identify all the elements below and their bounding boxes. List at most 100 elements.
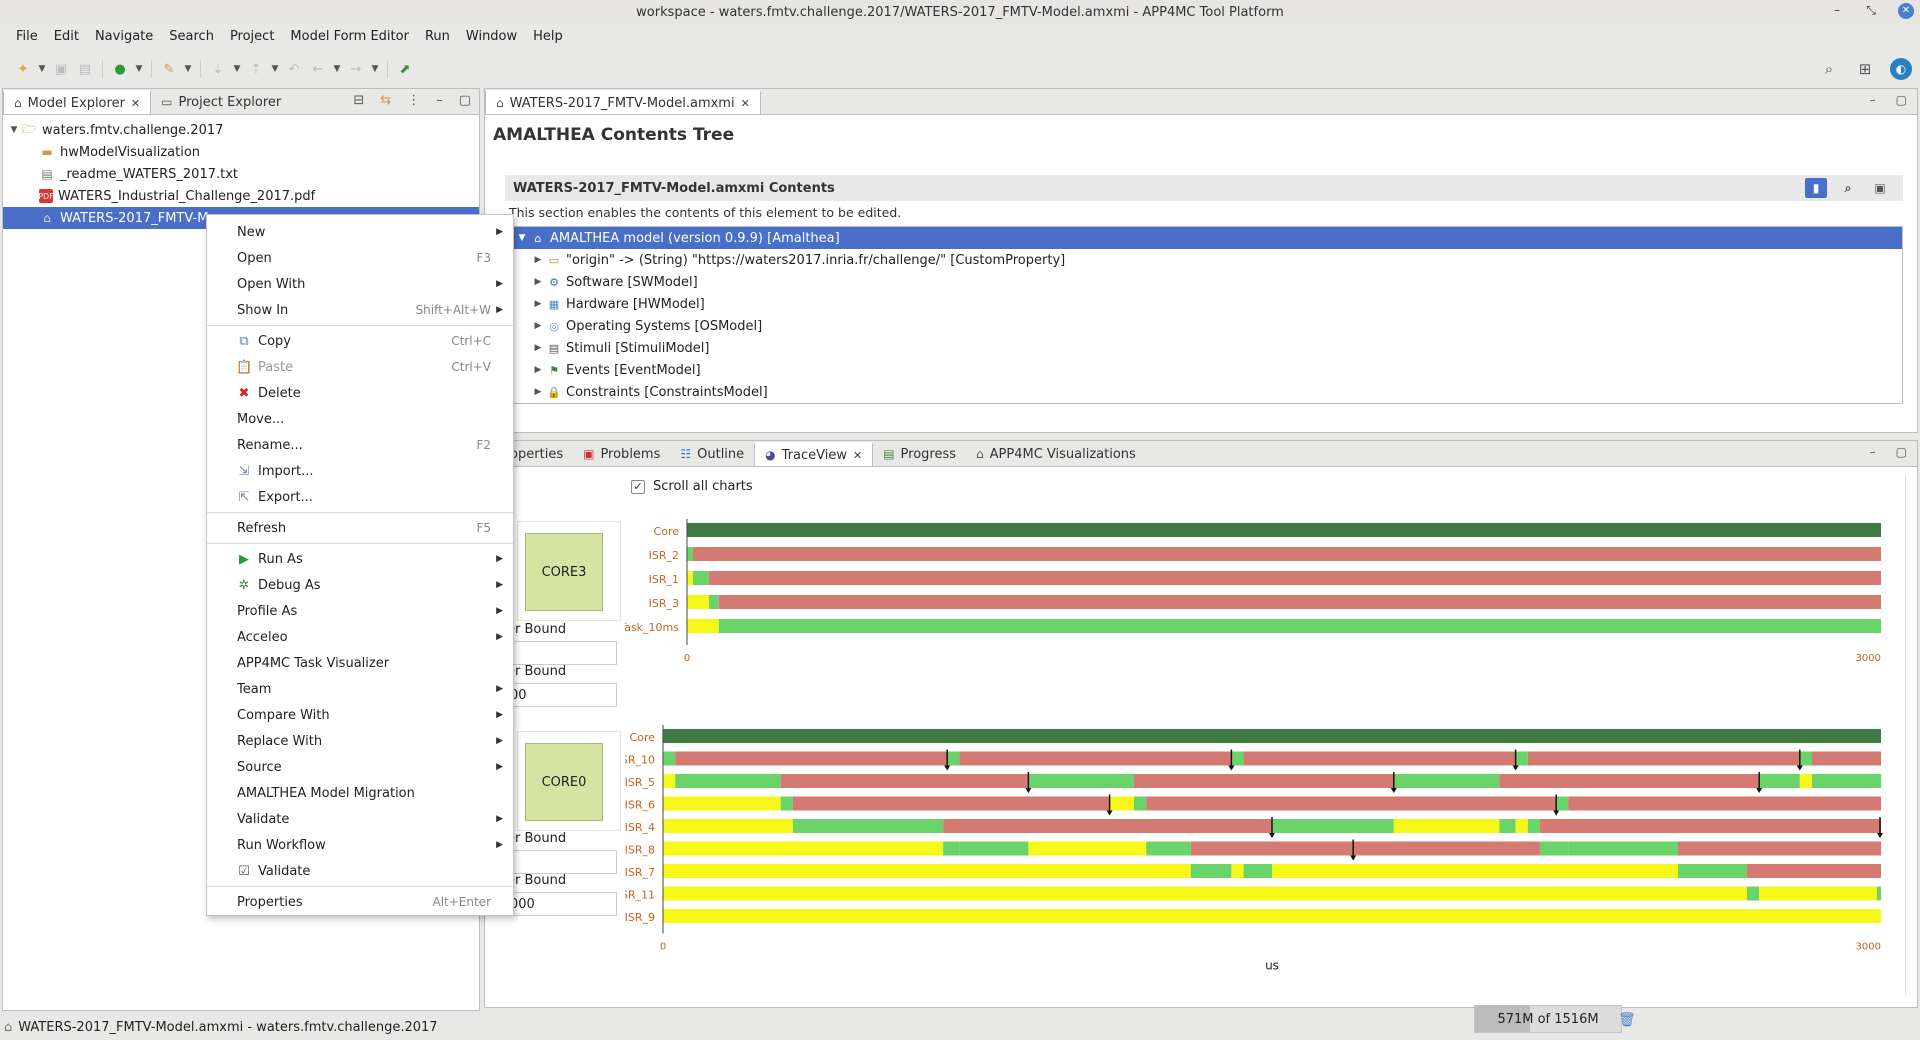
tab-project-explorer[interactable]: ▭ Project Explorer xyxy=(151,90,291,114)
upper-bound-input[interactable]: 000 xyxy=(507,892,617,916)
new-dropdown-icon[interactable]: ▼ xyxy=(36,58,48,80)
maximize-view-icon[interactable]: ▢ xyxy=(1896,445,1907,459)
menu-navigate[interactable]: Navigate xyxy=(87,26,161,48)
tab-editor-model[interactable]: ⌂ WATERS-2017_FMTV-Model.amxmi ✕ xyxy=(485,90,761,114)
menu-window[interactable]: Window xyxy=(458,26,525,48)
close-icon[interactable]: ✕ xyxy=(853,449,862,462)
tab-problems[interactable]: ▣ Problems xyxy=(573,442,670,466)
open-perspective-icon[interactable]: ⊞ xyxy=(1854,58,1876,80)
tree-item-project[interactable]: ▼ 🗁 waters.fmtv.challenge.2017 xyxy=(3,119,479,141)
show-tree-icon[interactable]: ▮ xyxy=(1805,178,1827,198)
am-tree-item-origin[interactable]: ▶ ▭ "origin" -> (String) "https://waters… xyxy=(506,249,1902,271)
back-icon[interactable]: ← xyxy=(307,58,329,80)
scroll-all-charts[interactable]: ✓ Scroll all charts xyxy=(631,479,753,494)
menu-item-show-in[interactable]: Show In Shift+Alt+W ▶ xyxy=(207,297,513,323)
tree-item-hwmodel[interactable]: ▬ hwModelVisualization xyxy=(3,141,479,163)
menu-item-app4mc-task-visualizer[interactable]: APP4MC Task Visualizer xyxy=(207,650,513,676)
menu-run[interactable]: Run xyxy=(417,26,458,48)
menu-edit[interactable]: Edit xyxy=(46,26,87,48)
tab-progress[interactable]: ▤ Progress xyxy=(873,442,966,466)
forward-icon[interactable]: → xyxy=(345,58,367,80)
link-editor-icon[interactable]: ⇆ xyxy=(380,93,391,108)
expand-arrow-icon[interactable]: ▼ xyxy=(514,233,530,243)
menu-item-new[interactable]: New ▶ xyxy=(207,219,513,245)
open-form-icon[interactable]: ▣ xyxy=(1869,178,1891,198)
app4mc-perspective-icon[interactable]: ◐ xyxy=(1890,58,1912,80)
garbage-collect-icon[interactable]: 🗑 xyxy=(1618,1012,1636,1028)
save-icon[interactable]: ▣ xyxy=(50,58,72,80)
menu-item-copy[interactable]: ⧉ Copy Ctrl+C xyxy=(207,328,513,354)
close-icon[interactable]: ✕ xyxy=(741,97,750,110)
expand-arrow-icon[interactable]: ▶ xyxy=(530,365,546,375)
prev-annotation-dropdown-icon[interactable]: ▼ xyxy=(269,58,281,80)
menu-item-move[interactable]: Move... xyxy=(207,406,513,432)
menu-item-amalthea-model-migration[interactable]: AMALTHEA Model Migration xyxy=(207,780,513,806)
close-icon[interactable]: ✕ xyxy=(131,97,140,110)
menu-item-open[interactable]: Open F3 xyxy=(207,245,513,271)
menu-search[interactable]: Search xyxy=(161,26,222,48)
menu-item-delete[interactable]: ✖ Delete xyxy=(207,380,513,406)
open-external-icon[interactable]: ⬈ xyxy=(394,58,416,80)
menu-file[interactable]: File xyxy=(8,26,46,48)
tab-app4mc-visualizations[interactable]: ⌂ APP4MC Visualizations xyxy=(966,442,1146,466)
search-icon[interactable]: ⌕ xyxy=(1818,58,1840,80)
menu-item-rename[interactable]: Rename... F2 xyxy=(207,432,513,458)
core0-box[interactable]: CORE0 xyxy=(525,743,603,821)
menu-item-debug-as[interactable]: ✲ Debug As ▶ xyxy=(207,572,513,598)
restore-icon[interactable]: ⤡ xyxy=(1864,3,1878,19)
heap-status[interactable]: 571M of 1516M xyxy=(1474,1005,1622,1033)
am-tree-item-software[interactable]: ▶ ⚙ Software [SWModel] xyxy=(506,271,1902,293)
menu-item-validate[interactable]: ☑ Validate xyxy=(207,858,513,884)
lower-bound-input[interactable] xyxy=(507,850,617,874)
menu-item-validate[interactable]: Validate ▶ xyxy=(207,806,513,832)
forward-dropdown-icon[interactable]: ▼ xyxy=(369,58,381,80)
search-icon[interactable]: ⌕ xyxy=(1837,178,1859,198)
am-tree-item-hardware[interactable]: ▶ ▦ Hardware [HWModel] xyxy=(506,293,1902,315)
menu-item-profile-as[interactable]: Profile As ▶ xyxy=(207,598,513,624)
vertical-scrollbar[interactable] xyxy=(1903,475,1915,995)
menu-item-acceleo[interactable]: Acceleo ▶ xyxy=(207,624,513,650)
build-icon[interactable]: ✎ xyxy=(158,58,180,80)
run-config-icon[interactable]: ● xyxy=(109,58,131,80)
am-tree-item-constraints[interactable]: ▶ 🔒 Constraints [ConstraintsModel] xyxy=(506,381,1902,403)
tab-model-explorer[interactable]: ⌂ Model Explorer ✕ xyxy=(3,90,152,114)
run-config-dropdown-icon[interactable]: ▼ xyxy=(133,58,145,80)
minimize-view-icon[interactable]: – xyxy=(436,93,443,108)
tab-traceview[interactable]: ◕ TraceView ✕ xyxy=(754,442,874,466)
menu-item-run-workflow[interactable]: Run Workflow ▶ xyxy=(207,832,513,858)
menu-item-open-with[interactable]: Open With ▶ xyxy=(207,271,513,297)
menu-item-team[interactable]: Team ▶ xyxy=(207,676,513,702)
last-edit-icon[interactable]: ↶ xyxy=(283,58,305,80)
minimize-icon[interactable]: – xyxy=(1830,3,1844,19)
build-dropdown-icon[interactable]: ▼ xyxy=(182,58,194,80)
am-tree-item-os[interactable]: ▶ ◎ Operating Systems [OSModel] xyxy=(506,315,1902,337)
next-annotation-dropdown-icon[interactable]: ▼ xyxy=(231,58,243,80)
expand-arrow-icon[interactable]: ▶ xyxy=(530,255,546,265)
next-annotation-icon[interactable]: ⇣ xyxy=(207,58,229,80)
collapse-all-icon[interactable]: ⊟ xyxy=(353,93,364,108)
expand-arrow-icon[interactable]: ▶ xyxy=(530,277,546,287)
tab-outline[interactable]: ☷ Outline xyxy=(670,442,754,466)
back-dropdown-icon[interactable]: ▼ xyxy=(331,58,343,80)
scroll-all-checkbox[interactable]: ✓ xyxy=(631,479,645,494)
new-icon[interactable]: ✦ xyxy=(12,58,34,80)
prev-annotation-icon[interactable]: ⇡ xyxy=(245,58,267,80)
menu-item-replace-with[interactable]: Replace With ▶ xyxy=(207,728,513,754)
menu-model-form-editor[interactable]: Model Form Editor xyxy=(282,26,417,48)
lower-bound-input[interactable] xyxy=(507,641,617,665)
am-tree-item-root[interactable]: ▼ ⌂ AMALTHEA model (version 0.9.9) [Amal… xyxy=(506,227,1902,249)
menu-item-compare-with[interactable]: Compare With ▶ xyxy=(207,702,513,728)
menu-item-import[interactable]: ⇲ Import... xyxy=(207,458,513,484)
tree-item-pdf[interactable]: PDF WATERS_Industrial_Challenge_2017.pdf xyxy=(3,185,479,207)
expand-arrow-icon[interactable]: ▶ xyxy=(530,387,546,397)
close-icon[interactable]: ✕ xyxy=(1898,3,1914,19)
menu-item-refresh[interactable]: Refresh F5 xyxy=(207,515,513,541)
expand-arrow-icon[interactable]: ▶ xyxy=(530,321,546,331)
expand-arrow-icon[interactable]: ▶ xyxy=(530,343,546,353)
upper-bound-input[interactable]: 00 xyxy=(507,683,617,707)
view-menu-icon[interactable]: ⋮ xyxy=(407,93,420,108)
am-tree-item-stimuli[interactable]: ▶ ▤ Stimuli [StimuliModel] xyxy=(506,337,1902,359)
menu-item-export[interactable]: ⇱ Export... xyxy=(207,484,513,510)
menu-project[interactable]: Project xyxy=(222,26,282,48)
menu-help[interactable]: Help xyxy=(525,26,571,48)
